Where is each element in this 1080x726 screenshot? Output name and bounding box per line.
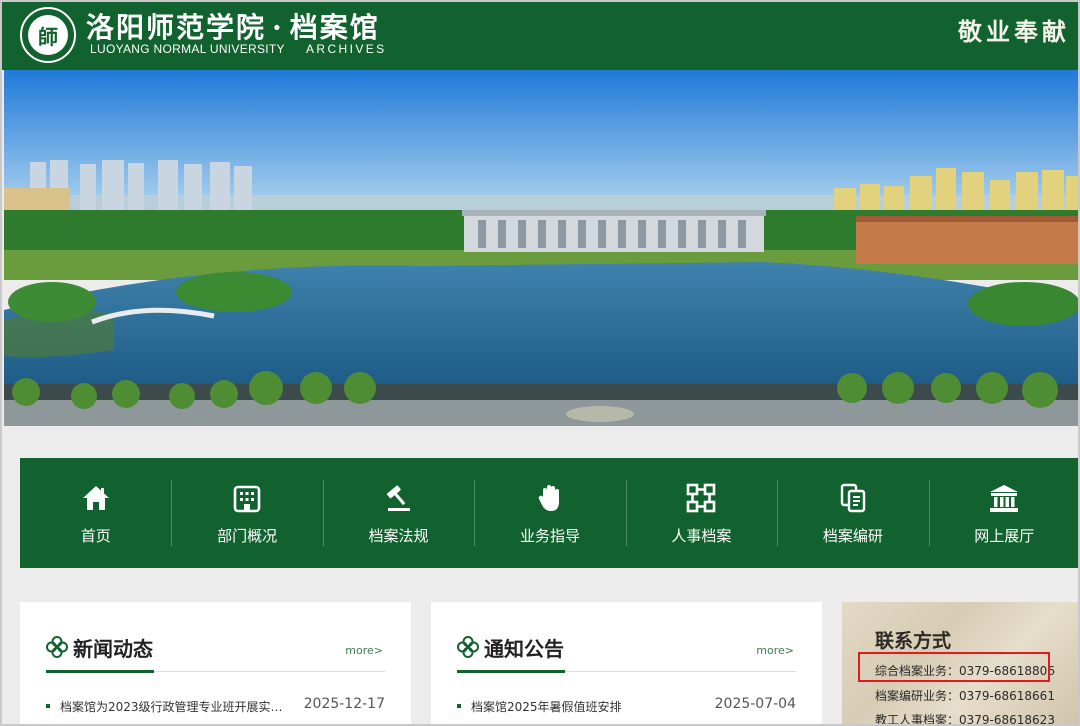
nav-item-label: 首页 [80,526,111,545]
nav-item-guidance[interactable]: 业务指导 [474,458,625,568]
nav-item-regulations[interactable]: 档案法规 [322,458,474,568]
notice-panel: 通知公告 more> 档案馆2025年暑假值班安排 2025-07-04 [431,602,822,724]
bullet [457,704,461,708]
documents-icon [840,483,866,512]
clover-icon [457,636,479,658]
seal-glyph: 師 [28,15,68,55]
clover-icon [46,636,68,658]
university-seal-logo[interactable]: 師 [20,7,76,63]
campus-banner-image [4,70,1078,426]
home-icon [82,485,109,510]
gavel-icon [386,484,410,511]
site-title-archives: 档案馆 [289,11,380,44]
notice-panel-header: 通知公告 more> [457,632,796,673]
site-title[interactable]: 洛阳师范学院 · 档案馆 [86,6,380,46]
notice-item-title[interactable]: 档案馆2025年暑假值班安排 [471,698,701,715]
nav-item-department[interactable]: 部门概况 [171,458,322,568]
nav-item-label: 人事档案 [671,526,732,545]
title-underline [46,670,154,673]
news-panel: 新闻动态 more> 档案馆为2023级行政管理专业班开展实践… 2025-12… [20,602,411,724]
nav-item-label: 档案编研 [822,526,883,545]
header-motto: 敬业奉献 [958,17,1070,46]
site-title-separator: · [272,11,284,44]
contact-line-personnel: 教工人事档案：0379-68618623 [875,713,1055,726]
highlight-box [858,652,1050,682]
list-item[interactable]: 档案馆为2023级行政管理专业班开展实践… 2025-12-17 [46,696,385,716]
nav-item-label: 档案法规 [368,526,429,545]
building-icon [233,485,261,512]
notice-more-link[interactable]: more> [756,644,794,657]
site-title-university: 洛阳师范学院 [86,11,267,44]
news-item-date: 2025-12-17 [303,696,385,712]
contact-line-research: 档案编研业务：0379-68618661 [875,689,1055,703]
nav-item-label: 部门概况 [217,526,278,545]
nav-item-label: 业务指导 [519,526,580,545]
notice-item-date: 2025-07-04 [714,696,796,712]
nav-item-online-exhibit[interactable]: 网上展厅 [928,458,1078,568]
site-title-english-university: LUOYANG NORMAL UNIVERSITY [90,42,285,56]
contact-title: 联系方式 [875,630,952,652]
bullet [46,704,50,708]
nav-item-personnel[interactable]: 人事档案 [625,458,777,568]
page-frame: 師 洛阳师范学院 · 档案馆 LUOYANG NORMAL UNIVERSITY A… [0,0,1080,726]
news-more-link[interactable]: more> [345,644,383,657]
nav-item-research[interactable]: 档案编研 [777,458,928,568]
nav-item-label: 网上展厅 [974,526,1035,545]
hand-icon [538,484,559,511]
site-title-english-archives: ARCHIVES [306,42,387,56]
news-panel-header: 新闻动态 more> [46,632,385,673]
site-header: 師 洛阳师范学院 · 档案馆 LUOYANG NORMAL UNIVERSITY A… [2,2,1078,70]
news-item-title[interactable]: 档案馆为2023级行政管理专业班开展实践… [60,698,290,715]
notice-panel-title: 通知公告 [484,637,564,661]
news-panel-title: 新闻动态 [73,637,153,661]
list-item[interactable]: 档案馆2025年暑假值班安排 2025-07-04 [457,696,796,716]
org-chart-icon [687,483,716,512]
museum-icon [990,484,1019,512]
title-underline [457,670,565,673]
main-nav: 首页 部门概况 档案法规 业务指导 人事档案 档案编研 网上展厅 [20,458,1078,568]
nav-item-home[interactable]: 首页 [20,458,171,568]
